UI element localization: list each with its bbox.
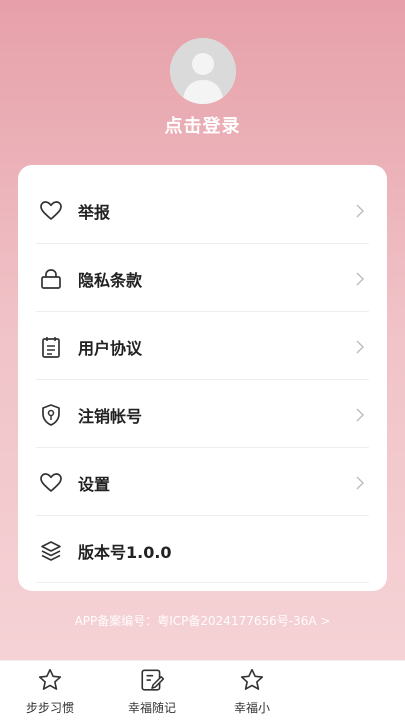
divider xyxy=(36,379,369,380)
menu-item-privacy[interactable]: 隐私条款 xyxy=(36,245,369,313)
fade-overlay xyxy=(265,661,405,721)
chevron-right-icon xyxy=(355,475,367,491)
divider xyxy=(36,582,369,583)
avatar[interactable] xyxy=(170,38,236,104)
menu-item-label: 设置 xyxy=(78,475,111,494)
tab-label: 幸福随记 xyxy=(127,701,176,715)
icp-filing-link[interactable]: APP备案编号：粤ICP备2024177656号-36A > xyxy=(0,612,405,629)
divider xyxy=(36,311,369,312)
menu-item-label: 用户协议 xyxy=(78,339,143,358)
heart-icon xyxy=(38,470,64,496)
menu-item-settings[interactable]: 设置 xyxy=(36,449,369,517)
menu-item-report[interactable]: 举报 xyxy=(36,177,369,245)
divider xyxy=(36,447,369,448)
shield-icon xyxy=(38,402,64,428)
layers-icon xyxy=(38,538,64,564)
menu-item-label: 注销帐号 xyxy=(78,407,143,426)
tab-habits[interactable]: 步步习惯 xyxy=(0,667,100,717)
heart-icon xyxy=(38,198,64,224)
edit-note-icon xyxy=(141,669,165,691)
star-icon xyxy=(38,668,62,690)
settings-card: 举报 隐私条款 用户协议 注销帐号 设置 版本号1.0.0 xyxy=(18,165,387,591)
menu-item-label: 版本号1.0.0 xyxy=(78,543,172,562)
lock-icon xyxy=(38,266,64,292)
default-avatar-icon xyxy=(170,38,236,104)
star-icon xyxy=(240,668,264,690)
menu-item-version: 版本号1.0.0 xyxy=(36,517,369,585)
tab-label: 步步习惯 xyxy=(25,701,74,715)
divider xyxy=(36,243,369,244)
menu-item-label: 举报 xyxy=(78,203,111,222)
chevron-right-icon xyxy=(355,407,367,423)
divider xyxy=(36,515,369,516)
menu-item-user-agreement[interactable]: 用户协议 xyxy=(36,313,369,381)
menu-item-delete-account[interactable]: 注销帐号 xyxy=(36,381,369,449)
document-icon xyxy=(38,334,64,360)
chevron-right-icon xyxy=(355,339,367,355)
menu-item-label: 隐私条款 xyxy=(78,271,143,290)
tab-journal[interactable]: 幸福随记 xyxy=(102,667,202,717)
chevron-right-icon xyxy=(355,203,367,219)
bottom-tab-bar: 步步习惯 幸福随记 幸福小 xyxy=(0,660,405,721)
chevron-right-icon xyxy=(355,271,367,287)
login-link[interactable]: 点击登录 xyxy=(0,112,405,138)
